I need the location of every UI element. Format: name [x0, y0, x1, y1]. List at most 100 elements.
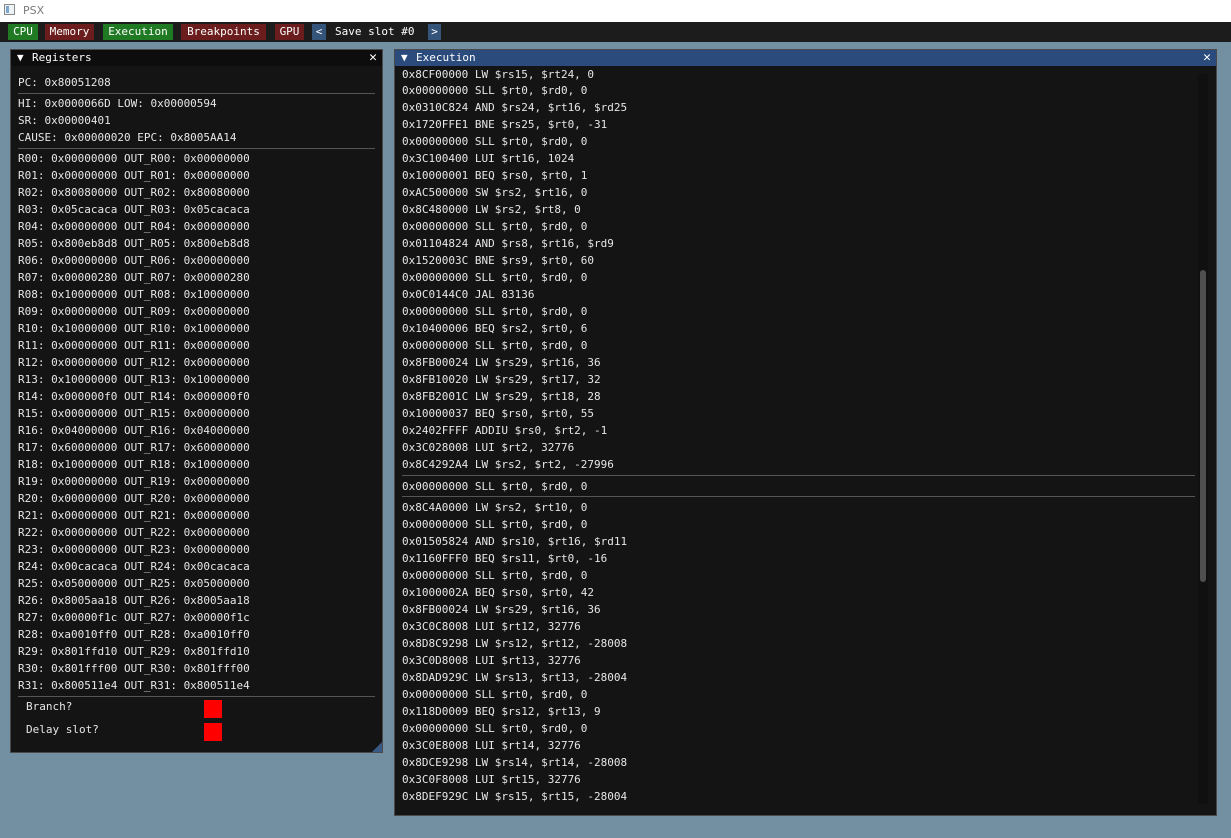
register-row: R21: 0x00000000 OUT_R21: 0x00000000 [18, 509, 250, 522]
disassembly-scrollbar[interactable] [1198, 74, 1208, 804]
register-row: R00: 0x00000000 OUT_R00: 0x00000000 [18, 152, 250, 165]
register-row: R10: 0x10000000 OUT_R10: 0x10000000 [18, 322, 250, 335]
separator [18, 93, 375, 94]
register-row: R18: 0x10000000 OUT_R18: 0x10000000 [18, 458, 250, 471]
app-icon [4, 4, 15, 15]
instruction-line: 0x118D0009 BEQ $rs12, $rt13, 9 [402, 705, 601, 718]
save-slot-label: Save slot #0 [335, 25, 415, 38]
instruction-line: 0x8FB10020 LW $rs29, $rt17, 32 [402, 373, 601, 386]
registers-window-title: Registers [32, 51, 92, 64]
registers-window: ▼ Registers ✕ PC: 0x80051208 HI: 0x00000… [10, 49, 383, 753]
scrollbar-thumb[interactable] [1200, 270, 1206, 582]
delay-slot-label: Delay slot? [26, 723, 99, 736]
register-row: R28: 0xa0010ff0 OUT_R28: 0xa0010ff0 [18, 628, 250, 641]
os-titlebar: PSX [0, 0, 1231, 22]
instruction-line: 0x3C100400 LUI $rt16, 1024 [402, 152, 575, 165]
os-window-title: PSX [23, 4, 45, 17]
prev-save-slot-button[interactable]: < [312, 24, 326, 40]
cause-epc-value: CAUSE: 0x00000020 EPC: 0x8005AA14 [18, 131, 237, 144]
main-menu-bar: CPU Memory Execution Breakpoints GPU < S… [0, 22, 1231, 42]
instruction-line: 0x1520003C BNE $rs9, $rt0, 60 [402, 254, 595, 267]
instruction-line: 0x00000000 SLL $rt0, $rd0, 0 [402, 305, 588, 318]
instruction-line: 0x10000001 BEQ $rs0, $rt0, 1 [402, 169, 588, 182]
register-row: R26: 0x8005aa18 OUT_R26: 0x8005aa18 [18, 594, 250, 607]
instruction-line: 0x00000000 SLL $rt0, $rd0, 0 [402, 688, 588, 701]
instruction-line: 0x00000000 SLL $rt0, $rd0, 0 [402, 569, 588, 582]
register-row: R04: 0x00000000 OUT_R04: 0x00000000 [18, 220, 250, 233]
register-row: R01: 0x00000000 OUT_R01: 0x00000000 [18, 169, 250, 182]
breakpoints-button[interactable]: Breakpoints [181, 24, 266, 40]
sr-value: SR: 0x00000401 [18, 114, 111, 127]
register-row: R24: 0x00cacaca OUT_R24: 0x00cacaca [18, 560, 250, 573]
instruction-line: 0x3C0E8008 LUI $rt14, 32776 [402, 739, 581, 752]
instruction-line: 0x10000037 BEQ $rs0, $rt0, 55 [402, 407, 595, 420]
register-row: R23: 0x00000000 OUT_R23: 0x00000000 [18, 543, 250, 556]
register-row: R19: 0x00000000 OUT_R19: 0x00000000 [18, 475, 250, 488]
instruction-line: 0x0310C824 AND $rs24, $rt16, $rd25 [402, 101, 628, 114]
register-row: R25: 0x05000000 OUT_R25: 0x05000000 [18, 577, 250, 590]
next-save-slot-button[interactable]: > [428, 24, 441, 40]
delay-slot-indicator [204, 723, 222, 741]
instruction-line: 0x8C4292A4 LW $rs2, $rt2, -27996 [402, 458, 614, 471]
instruction-line: 0x00000000 SLL $rt0, $rd0, 0 [402, 722, 588, 735]
instruction-line: 0x00000000 SLL $rt0, $rd0, 0 [402, 271, 588, 284]
register-row: R03: 0x05cacaca OUT_R03: 0x05cacaca [18, 203, 250, 216]
disassembly-view: 0x8CF00000 LW $rs15, $rt24, 0 0x00000000 … [395, 66, 1195, 815]
execution-window-titlebar[interactable]: ▼ Execution ✕ [395, 50, 1216, 66]
resize-grip[interactable] [372, 742, 382, 752]
register-row: R31: 0x800511e4 OUT_R31: 0x800511e4 [18, 679, 250, 692]
separator [402, 496, 1195, 497]
hi-low-value: HI: 0x0000066D LOW: 0x00000594 [18, 97, 217, 110]
instruction-line: 0x00000000 SLL $rt0, $rd0, 0 [402, 84, 588, 97]
separator [18, 148, 375, 149]
register-row: R29: 0x801ffd10 OUT_R29: 0x801ffd10 [18, 645, 250, 658]
register-row: R12: 0x00000000 OUT_R12: 0x00000000 [18, 356, 250, 369]
instruction-line: 0x00000000 SLL $rt0, $rd0, 0 [402, 518, 588, 531]
instruction-line: 0x3C0C8008 LUI $rt12, 32776 [402, 620, 581, 633]
registers-window-titlebar[interactable]: ▼ Registers ✕ [11, 50, 382, 66]
register-row: R15: 0x00000000 OUT_R15: 0x00000000 [18, 407, 250, 420]
instruction-line: 0x8DAD929C LW $rs13, $rt13, -28004 [402, 671, 628, 684]
branch-indicator [204, 700, 222, 718]
register-row: R06: 0x00000000 OUT_R06: 0x00000000 [18, 254, 250, 267]
instruction-line: 0x8FB00024 LW $rs29, $rt16, 36 [402, 356, 601, 369]
instruction-line: 0x8DEF929C LW $rs15, $rt15, -28004 [402, 790, 628, 803]
instruction-line: 0x00000000 SLL $rt0, $rd0, 0 [402, 135, 588, 148]
collapse-arrow-icon[interactable]: ▼ [17, 50, 24, 66]
register-row: R14: 0x000000f0 OUT_R14: 0x000000f0 [18, 390, 250, 403]
current-instruction-line: 0x00000000 SLL $rt0, $rd0, 0 [402, 480, 588, 493]
instruction-line: 0x3C028008 LUI $rt2, 32776 [402, 441, 575, 454]
execution-window: ▼ Execution ✕ 0x8CF00000 LW $rs15, $rt24… [394, 49, 1217, 816]
instruction-line: 0x8CF00000 LW $rs15, $rt24, 0 [402, 68, 595, 81]
close-icon[interactable]: ✕ [1203, 50, 1211, 65]
register-row: R13: 0x10000000 OUT_R13: 0x10000000 [18, 373, 250, 386]
register-row: R17: 0x60000000 OUT_R17: 0x60000000 [18, 441, 250, 454]
instruction-line: 0x8C480000 LW $rs2, $rt8, 0 [402, 203, 581, 216]
instruction-line: 0x01505824 AND $rs10, $rt16, $rd11 [402, 535, 628, 548]
instruction-line: 0x8D8C9298 LW $rs12, $rt12, -28008 [402, 637, 628, 650]
instruction-line: 0x0C0144C0 JAL 83136 [402, 288, 535, 301]
execution-window-title: Execution [416, 51, 476, 64]
gpu-button[interactable]: GPU [275, 24, 304, 40]
instruction-line: 0x2402FFFF ADDIU $rs0, $rt2, -1 [402, 424, 608, 437]
instruction-line: 0x8FB00024 LW $rs29, $rt16, 36 [402, 603, 601, 616]
register-row: R20: 0x00000000 OUT_R20: 0x00000000 [18, 492, 250, 505]
close-icon[interactable]: ✕ [369, 50, 377, 65]
register-row: R08: 0x10000000 OUT_R08: 0x10000000 [18, 288, 250, 301]
register-row: R05: 0x800eb8d8 OUT_R05: 0x800eb8d8 [18, 237, 250, 250]
memory-button[interactable]: Memory [45, 24, 94, 40]
execution-button[interactable]: Execution [103, 24, 173, 40]
instruction-line: 0x3C0D8008 LUI $rt13, 32776 [402, 654, 581, 667]
register-row: R02: 0x80080000 OUT_R02: 0x80080000 [18, 186, 250, 199]
collapse-arrow-icon[interactable]: ▼ [401, 50, 408, 66]
register-row: R22: 0x00000000 OUT_R22: 0x00000000 [18, 526, 250, 539]
cpu-button[interactable]: CPU [8, 24, 38, 40]
instruction-line: 0xAC500000 SW $rs2, $rt16, 0 [402, 186, 588, 199]
separator [18, 696, 375, 697]
instruction-line: 0x01104824 AND $rs8, $rt16, $rd9 [402, 237, 614, 250]
register-row: R09: 0x00000000 OUT_R09: 0x00000000 [18, 305, 250, 318]
instruction-line: 0x1160FFF0 BEQ $rs11, $rt0, -16 [402, 552, 608, 565]
register-row: R27: 0x00000f1c OUT_R27: 0x00000f1c [18, 611, 250, 624]
instruction-line: 0x8FB2001C LW $rs29, $rt18, 28 [402, 390, 601, 403]
instruction-line: 0x00000000 SLL $rt0, $rd0, 0 [402, 339, 588, 352]
